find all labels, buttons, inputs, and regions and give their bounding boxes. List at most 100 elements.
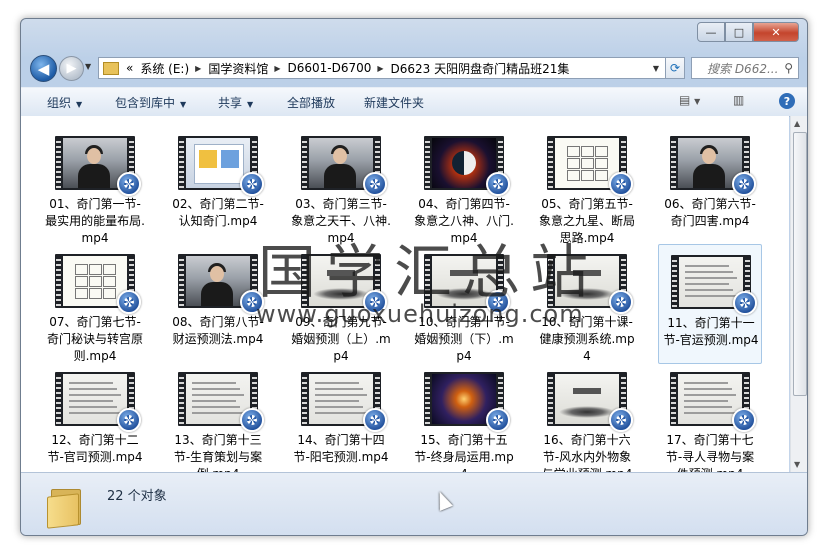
include-in-library-menu[interactable]: 包含到库中 ▼	[115, 94, 186, 111]
media-player-badge-icon	[732, 172, 756, 196]
media-player-badge-icon	[486, 172, 510, 196]
play-all-button[interactable]: 全部播放	[287, 94, 335, 111]
breadcrumb-separator-icon[interactable]: ▶	[274, 64, 280, 73]
video-file-item[interactable]: 02、奇门第二节-认知奇门.mp4	[166, 126, 270, 246]
video-thumbnail	[55, 372, 141, 432]
chevron-down-icon: ▼	[180, 100, 187, 109]
video-file-item[interactable]: 08、奇门第八节-财运预测法.mp4	[166, 244, 270, 364]
back-button[interactable]: ◀	[30, 55, 57, 82]
file-name-label: 16、奇门第十六节-风水内外物象与学业预测.mp4	[542, 433, 633, 472]
video-thumbnail	[301, 372, 387, 432]
vertical-scrollbar[interactable]: ▲ ▼	[790, 116, 807, 472]
media-player-badge-icon	[609, 172, 633, 196]
media-player-badge-icon	[117, 172, 141, 196]
breadcrumb-drive[interactable]: 系统 (E:)	[140, 60, 189, 77]
video-thumbnail	[178, 372, 264, 432]
media-player-badge-icon	[240, 408, 264, 432]
search-icon[interactable]: ⚲	[784, 61, 793, 75]
video-thumbnail	[424, 372, 510, 432]
file-name-label: 13、奇门第十三节-生育策划与案例.mp4	[173, 433, 263, 472]
share-menu[interactable]: 共享 ▼	[218, 94, 253, 111]
media-player-badge-icon	[240, 172, 264, 196]
scrollbar-thumb[interactable]	[793, 132, 807, 396]
video-file-item[interactable]: 06、奇门第六节-奇门四害.mp4	[658, 126, 762, 246]
video-file-item[interactable]: 14、奇门第十四节-阳宅预测.mp4	[289, 362, 393, 472]
recent-pages-dropdown[interactable]: ▼	[85, 62, 91, 71]
address-bar[interactable]: « 系统 (E:) ▶ 国学资料馆 ▶ D6601-D6700 ▶ D6623 …	[98, 57, 666, 79]
include-label: 包含到库中	[115, 96, 176, 110]
video-file-item[interactable]: 11、奇门第十一节-官运预测.mp4	[658, 244, 762, 364]
file-name-label: 07、奇门第七节-奇门秘诀与转宫原则.mp4	[46, 315, 143, 363]
video-thumbnail	[670, 136, 756, 196]
video-thumbnail	[55, 136, 141, 196]
media-player-badge-icon	[117, 290, 141, 314]
close-button[interactable]: ✕	[753, 22, 799, 42]
breadcrumb-folder[interactable]: 国学资料馆	[208, 60, 268, 77]
breadcrumb-overflow[interactable]: «	[126, 61, 133, 75]
watermark-url: www.guoxuehuizong.com	[256, 300, 584, 328]
video-file-item[interactable]: 01、奇门第一节-最实用的能量布局.mp4	[43, 126, 147, 246]
breadcrumb-current-folder[interactable]: D6623 天阳阴盘奇门精品班21集	[391, 60, 570, 77]
file-name-label: 17、奇门第十七节-寻人寻物与案件预测.mp4	[665, 433, 755, 472]
video-file-item[interactable]: 17、奇门第十七节-寻人寻物与案件预测.mp4	[658, 362, 762, 472]
video-file-item[interactable]: 15、奇门第十五节-终身局运用.mp4	[412, 362, 516, 472]
search-input[interactable]: 搜索 D662... ⚲	[691, 57, 799, 79]
video-thumbnail	[55, 254, 141, 314]
video-thumbnail	[301, 136, 387, 196]
address-dropdown-icon[interactable]: ▼	[653, 64, 659, 73]
video-file-item[interactable]: 16、奇门第十六节-风水内外物象与学业预测.mp4	[535, 362, 639, 472]
media-player-badge-icon	[732, 408, 756, 432]
organize-label: 组织	[47, 96, 72, 110]
maximize-button[interactable]: □	[725, 22, 753, 42]
breadcrumb-separator-icon[interactable]: ▶	[195, 64, 201, 73]
media-player-badge-icon	[363, 172, 387, 196]
video-thumbnail	[547, 372, 633, 432]
video-file-item[interactable]: 13、奇门第十三节-生育策划与案例.mp4	[166, 362, 270, 472]
minimize-button[interactable]: —	[697, 22, 725, 42]
file-name-label: 11、奇门第十一节-官运预测.mp4	[663, 316, 759, 347]
scroll-down-icon[interactable]: ▼	[794, 460, 800, 469]
refresh-button[interactable]: ⟳	[665, 57, 685, 79]
file-name-label: 15、奇门第十五节-终身局运用.mp4	[414, 433, 514, 472]
details-pane: 22 个对象	[21, 472, 807, 535]
file-name-label: 01、奇门第一节-最实用的能量布局.mp4	[45, 197, 145, 245]
breadcrumb-folder[interactable]: D6601-D6700	[287, 61, 371, 75]
media-player-badge-icon	[486, 408, 510, 432]
file-name-label: 02、奇门第二节-认知奇门.mp4	[172, 197, 264, 228]
video-thumbnail	[178, 136, 264, 196]
chevron-down-icon: ▼	[247, 100, 254, 109]
search-placeholder: 搜索 D662...	[707, 61, 779, 76]
media-player-badge-icon	[117, 408, 141, 432]
watermark-title: 国学汇总站	[258, 238, 599, 306]
chevron-down-icon: ▼	[76, 100, 83, 109]
breadcrumb-separator-icon[interactable]: ▶	[377, 64, 383, 73]
file-name-label: 14、奇门第十四节-阳宅预测.mp4	[293, 433, 389, 464]
organize-menu[interactable]: 组织 ▼	[47, 94, 82, 111]
command-bar: 组织 ▼ 包含到库中 ▼ 共享 ▼ 全部播放 新建文件夹 ▤ ▼ ▥ ?	[21, 87, 807, 117]
navigation-bar: ◀ ▶ ▼ « 系统 (E:) ▶ 国学资料馆 ▶ D6601-D6700 ▶ …	[21, 53, 807, 85]
window-controls: — □ ✕	[697, 22, 799, 42]
video-file-item[interactable]: 12、奇门第十二节-官司预测.mp4	[43, 362, 147, 472]
view-options-icon[interactable]: ▤ ▼	[679, 93, 700, 107]
share-label: 共享	[218, 96, 243, 110]
forward-button[interactable]: ▶	[59, 56, 84, 81]
video-thumbnail	[670, 372, 756, 432]
media-player-badge-icon	[609, 408, 633, 432]
video-thumbnail	[178, 254, 264, 314]
file-name-label: 12、奇门第十二节-官司预测.mp4	[47, 433, 143, 464]
preview-pane-icon[interactable]: ▥	[733, 93, 744, 107]
video-thumbnail	[424, 136, 510, 196]
video-thumbnail	[671, 255, 757, 315]
new-folder-button[interactable]: 新建文件夹	[364, 94, 424, 111]
file-name-label: 08、奇门第八节-财运预测法.mp4	[172, 315, 264, 346]
media-player-badge-icon	[733, 291, 757, 315]
media-player-badge-icon	[609, 290, 633, 314]
video-thumbnail	[547, 136, 633, 196]
folder-icon	[47, 485, 85, 529]
help-icon[interactable]: ?	[779, 93, 795, 109]
folder-icon	[103, 61, 119, 75]
scroll-up-icon[interactable]: ▲	[794, 119, 800, 128]
media-player-badge-icon	[363, 408, 387, 432]
item-count: 22 个对象	[107, 489, 167, 504]
video-file-item[interactable]: 07、奇门第七节-奇门秘诀与转宫原则.mp4	[43, 244, 147, 364]
